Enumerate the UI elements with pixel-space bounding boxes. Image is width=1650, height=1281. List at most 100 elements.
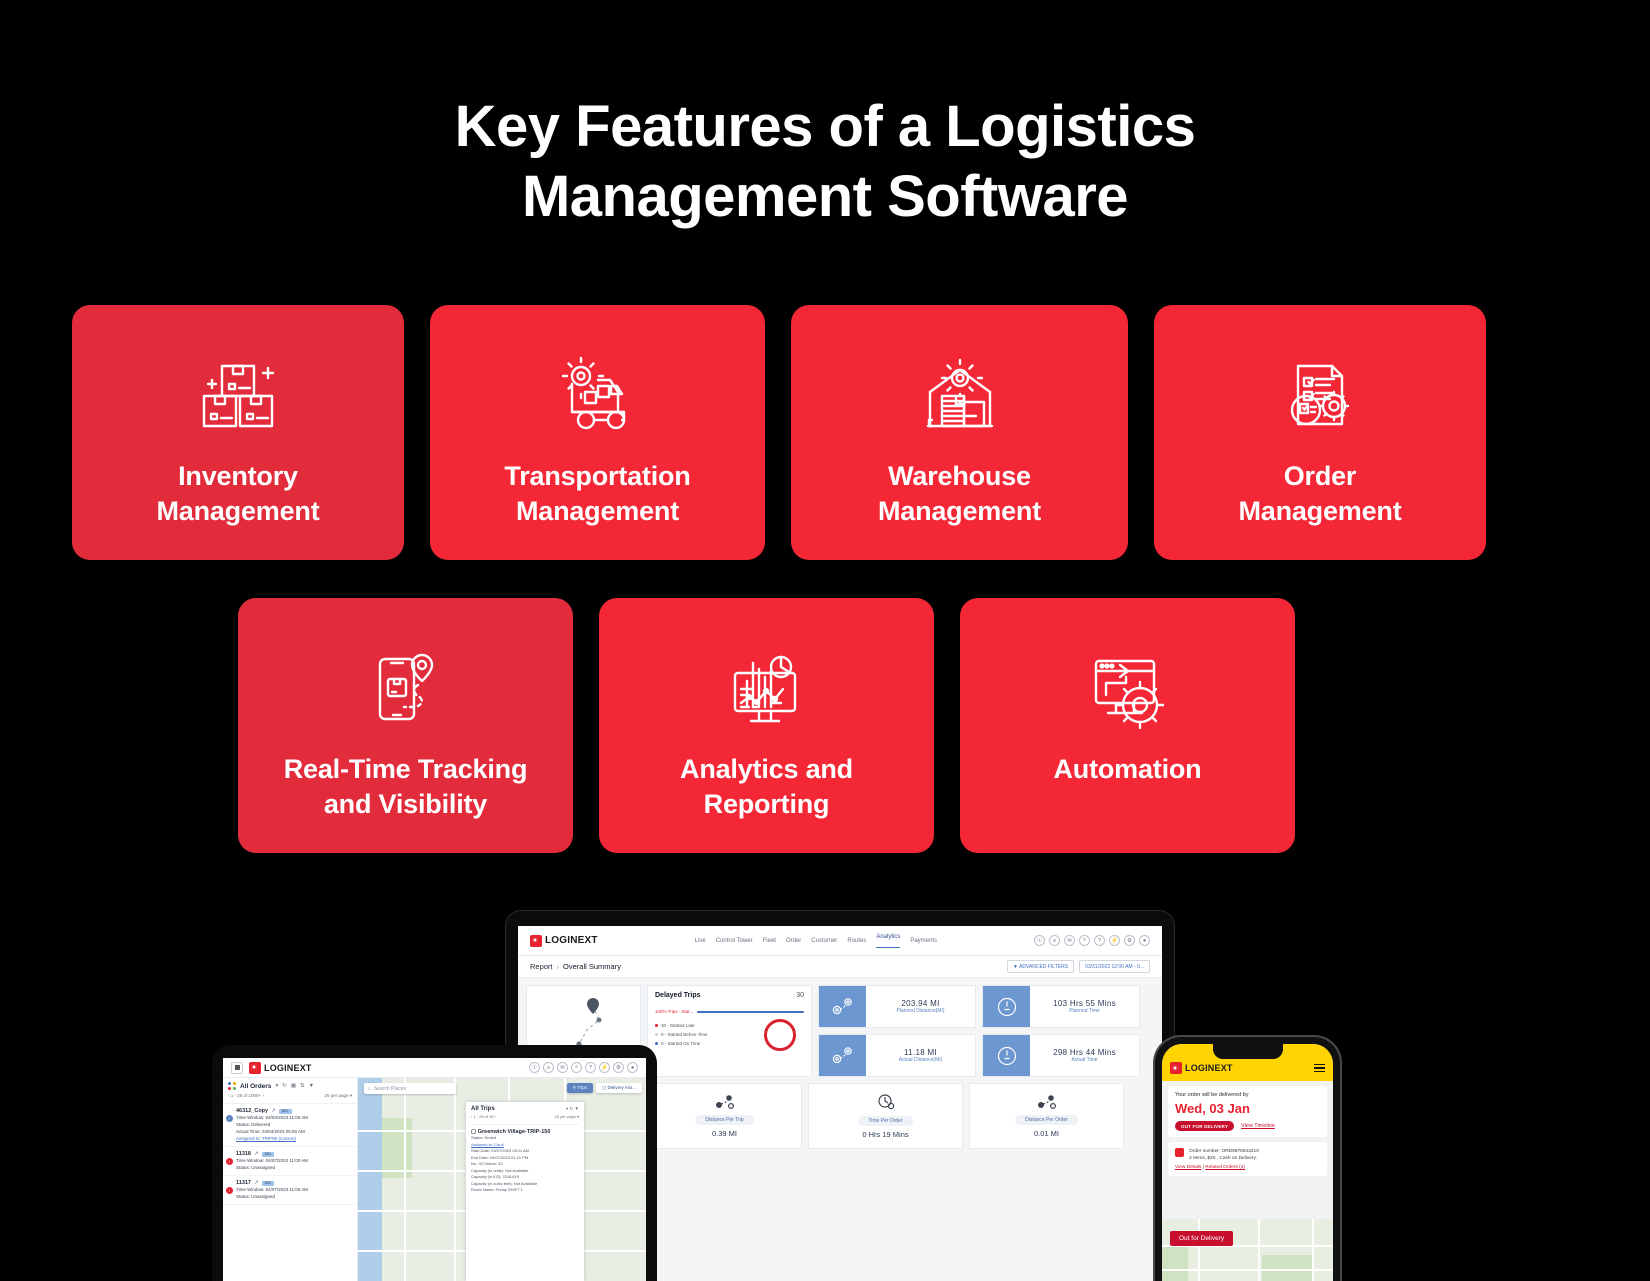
list-icon[interactable]: ≡ (1049, 935, 1060, 946)
label-line-2: Management (515, 496, 680, 526)
phone-screen: LOGINEXT Your order will be delivered by… (1162, 1044, 1333, 1281)
orders-map[interactable]: ⌕ Search Places ⚲ Trips ▢ Delivery Ass..… (358, 1078, 646, 1281)
delivery-eta-label: Your order will be delivered by (1175, 1092, 1249, 1098)
view-timeline-link[interactable]: View Timeline (1241, 1123, 1275, 1129)
search-placeholder: Search Places (373, 1085, 407, 1092)
delivery-eta-date: Wed, 03 Jan (1175, 1101, 1250, 1116)
kpi-label: Actual Distance(MI) (898, 1057, 943, 1063)
refresh-icon[interactable]: ↻ (282, 1083, 287, 1089)
order-status: Status: Delivered (236, 1122, 271, 1127)
view-details-link[interactable]: View Details (1175, 1165, 1201, 1170)
pagination-label: 1 - 26 of 30 (473, 1114, 494, 1119)
device-mockups: LOGINEXT Live Control Tower Fleet Order … (0, 905, 1650, 1281)
orders-per-page[interactable]: 25 per page ▾ (324, 1093, 352, 1099)
assigned-to-link[interactable]: Assigned to: TRIP98 (Carson) (236, 1136, 296, 1141)
mini-kpi-distance-per-trip: Distance Per Trip 0.39 MI (647, 1083, 802, 1149)
label-line-1: Warehouse (888, 461, 1031, 491)
mail-icon[interactable]: ✉ (1064, 935, 1075, 946)
trip-per-page[interactable]: 25 per page ▾ (555, 1114, 579, 1119)
nav-item-order[interactable]: Order (786, 938, 801, 944)
order-list-item[interactable]: ! 11317 ↗ DEL Time Window: 04/07/2023 11… (223, 1176, 357, 1205)
loginext-logo[interactable]: LOGINEXT (249, 1061, 312, 1074)
map-search-input[interactable]: ⌕ Search Places (364, 1083, 456, 1094)
label-line-1: Inventory (178, 461, 298, 491)
order-time-window: Time Window: 04/03/2023 11:00 AM (236, 1115, 309, 1120)
delivery-tracking-map[interactable]: Out for Delivery (1162, 1219, 1333, 1281)
tab-label: Trips (577, 1085, 587, 1090)
feature-card-analytics-and-reporting[interactable]: Analytics and Reporting (599, 598, 934, 853)
help-icon[interactable]: ? (1094, 935, 1105, 946)
distance-trip-icon (715, 1094, 735, 1111)
orders-list-panel: All Orders ▾ ↻ ▦ ⇅ ▼ ‹ 1 - 25 of 1000+ ›… (223, 1078, 358, 1281)
filter-icon[interactable]: ▼ (309, 1083, 314, 1089)
menu-icon[interactable] (231, 1061, 243, 1074)
order-number: Order number: ORD9876543210 (1189, 1149, 1259, 1154)
bell-icon[interactable]: ☉ (529, 1062, 540, 1073)
bolt-icon[interactable]: ⚡ (1109, 935, 1120, 946)
list-icon[interactable]: ≡ (543, 1062, 554, 1073)
assigned-to-link[interactable]: Assigned to: Carol (471, 1142, 504, 1147)
feature-card-label: Inventory Management (146, 459, 329, 529)
feature-card-label: Analytics and Reporting (670, 752, 863, 822)
trip-list-item[interactable]: ▢ Greenwich Village-TRIP-150 Status: End… (471, 1124, 579, 1194)
help-icon[interactable]: ? (585, 1062, 596, 1073)
related-orders-link[interactable]: Related Orders (4) (1205, 1165, 1245, 1170)
infographic-page: Key Features of a Logistics Management S… (0, 0, 1650, 1281)
route-pin-icon (819, 986, 866, 1027)
nav-item-routes[interactable]: Routes (847, 938, 866, 944)
order-list-item[interactable]: ! 11318 ↗ DEL Time Window: 04/07/2023 11… (223, 1147, 357, 1176)
menu-icon[interactable] (1314, 1063, 1325, 1073)
orders-pagination[interactable]: ‹ 1 - 25 of 1000+ › (228, 1093, 264, 1099)
advanced-filters-label: ADVANCED FILTERS (1019, 963, 1069, 970)
calendar-icon[interactable]: ▦ (291, 1083, 296, 1089)
nav-item-payments[interactable]: Payments (910, 938, 937, 944)
breadcrumb-root[interactable]: Report (530, 962, 553, 971)
date-range-picker[interactable]: 03/31/2023 12:00 AM - 0... (1079, 960, 1150, 973)
tab-trips[interactable]: ⚲ Trips (566, 1083, 593, 1093)
trip-pagination[interactable]: ‹ 1 - 26 of 30 › (471, 1114, 496, 1119)
breadcrumb-current: Overall Summary (563, 962, 621, 971)
search-icon[interactable]: ⌕ (1079, 935, 1090, 946)
order-list-item[interactable]: ✓ 46312_Copy ↗ DEL Time Window: 04/03/20… (223, 1104, 357, 1147)
search-icon: ⌕ (368, 1085, 371, 1092)
advanced-filters-button[interactable]: ▼ ADVANCED FILTERS (1007, 960, 1075, 973)
trip-panel-actions[interactable]: ▾ ↻ ▼ (566, 1106, 579, 1112)
label-line-1: Analytics and (680, 754, 853, 784)
map-tab-group: ⚲ Trips ▢ Delivery Ass... (566, 1083, 642, 1093)
feature-card-real-time-tracking[interactable]: Real-Time Tracking and Visibility (238, 598, 573, 853)
feature-card-label: Order Management (1228, 459, 1411, 529)
pagination-label: 1 - 25 of 1000+ (230, 1093, 262, 1098)
feature-card-transportation-management[interactable]: Transportation Management (430, 305, 765, 560)
nav-item-customer[interactable]: Customer (811, 938, 837, 944)
phone-mockup: LOGINEXT Your order will be delivered by… (1155, 1037, 1340, 1281)
nav-item-control-tower[interactable]: Control Tower (716, 938, 753, 944)
nav-item-fleet[interactable]: Fleet (763, 938, 776, 944)
user-icon[interactable]: ● (627, 1062, 638, 1073)
gear-icon[interactable]: ⚙ (1124, 935, 1135, 946)
nav-item-analytics[interactable]: Analytics (876, 934, 901, 948)
nav-item-live[interactable]: Live (695, 938, 706, 944)
user-icon[interactable]: ● (1139, 935, 1150, 946)
tab-delivery-associates[interactable]: ▢ Delivery Ass... (595, 1083, 642, 1093)
mail-icon[interactable]: ✉ (557, 1062, 568, 1073)
feature-card-inventory-management[interactable]: Inventory Management (72, 305, 404, 560)
search-icon[interactable]: ⌕ (571, 1062, 582, 1073)
bolt-icon[interactable]: ⚡ (599, 1062, 610, 1073)
feature-card-order-management[interactable]: Order Management (1154, 305, 1486, 560)
progress-bar-fill (697, 1010, 804, 1013)
chevron-down-icon[interactable]: ▾ (275, 1083, 278, 1089)
kpi-value: 11.18 MI (904, 1048, 937, 1057)
bell-icon[interactable]: ☉ (1034, 935, 1045, 946)
order-time-window: Time Window: 04/07/2023 11:00 AM (236, 1187, 309, 1192)
feature-card-automation[interactable]: Automation (960, 598, 1295, 853)
loginext-logo[interactable]: LOGINEXT (1170, 1062, 1233, 1074)
delayed-trips-legend: 30 - Started Late 0 - Started Before Tim… (655, 1019, 804, 1051)
trip-panel-header: All Trips ▾ ↻ ▼ (471, 1106, 579, 1112)
sort-icon[interactable]: ⇅ (300, 1083, 305, 1089)
loginext-logo[interactable]: LOGINEXT (530, 934, 598, 947)
kpi-planned-distance: 203.94 MI Planned Distance(MI) (818, 985, 976, 1028)
feature-card-warehouse-management[interactable]: Warehouse Management (791, 305, 1128, 560)
gear-icon[interactable]: ⚙ (613, 1062, 624, 1073)
order-time-window: Time Window: 04/07/2023 11:00 AM (236, 1158, 309, 1163)
boxes-icon (190, 349, 286, 445)
